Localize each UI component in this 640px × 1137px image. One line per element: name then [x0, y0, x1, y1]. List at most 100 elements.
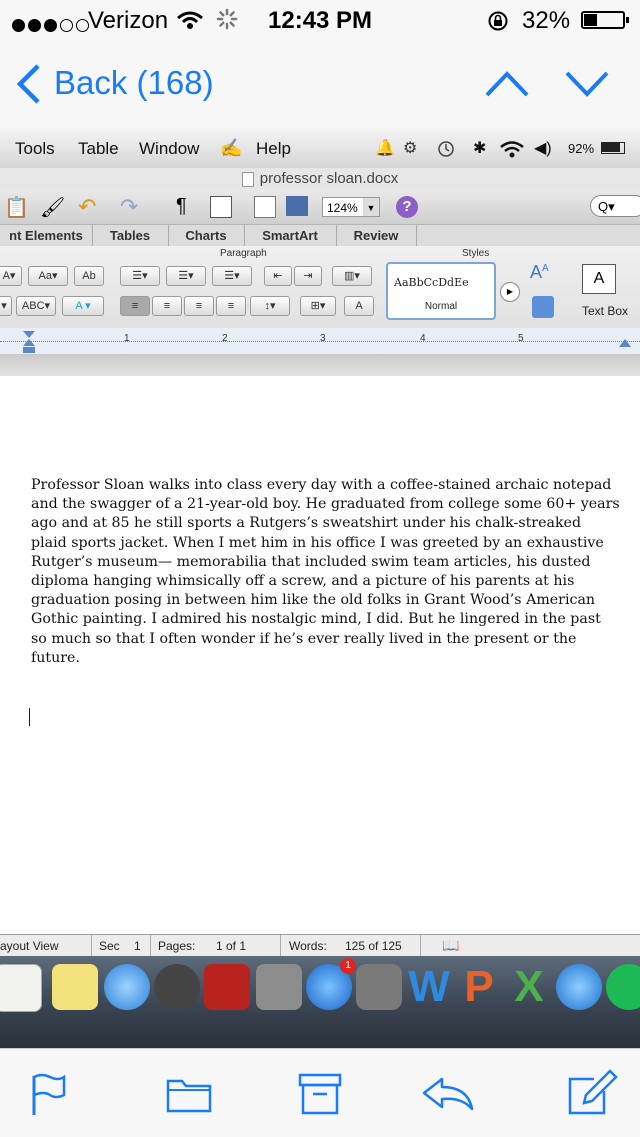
- mail-toolbar: [0, 1048, 640, 1137]
- tab-document-elements[interactable]: nt Elements: [0, 225, 93, 247]
- photo-booth-app-icon[interactable]: [204, 964, 250, 1010]
- right-indent-marker-icon[interactable]: [618, 336, 632, 348]
- tab-charts[interactable]: Charts: [168, 225, 245, 247]
- compose-icon[interactable]: [566, 1069, 618, 1117]
- styles-pane-icon[interactable]: AA: [530, 262, 549, 283]
- bullets-button[interactable]: ☰▾: [120, 266, 160, 286]
- indent-marker-icon[interactable]: [22, 330, 36, 354]
- tab-review[interactable]: Review: [336, 225, 417, 247]
- next-message-icon[interactable]: [564, 70, 610, 98]
- manage-styles-icon[interactable]: [532, 296, 554, 318]
- mac-wifi-icon: [500, 141, 524, 158]
- app-store-badge: 1: [340, 958, 356, 974]
- settings-sync-icon: ⚙: [403, 140, 418, 157]
- mac-menubar: Tools Table Window ✍ Help 🔔 ⚙ ✱ ◀) 92%: [0, 128, 640, 169]
- ruler-mark-4: 4: [420, 333, 426, 344]
- volume-icon: ◀): [534, 140, 552, 157]
- reply-icon[interactable]: [420, 1075, 476, 1113]
- highlight-dropdown[interactable]: ▾: [0, 296, 12, 316]
- view-sidebar-icon[interactable]: [210, 196, 232, 218]
- section-value: 1: [134, 939, 141, 953]
- numbering-button[interactable]: ☰▾: [166, 266, 206, 286]
- text-box-icon[interactable]: A: [582, 264, 616, 294]
- search-input[interactable]: Q▾: [590, 195, 640, 217]
- status-divider: [280, 935, 281, 957]
- previous-message-icon[interactable]: [484, 70, 530, 98]
- document-body-text[interactable]: Professor Sloan walks into class every d…: [31, 476, 621, 668]
- columns-button[interactable]: ▥▾: [332, 266, 372, 286]
- battery-percent: 32%: [522, 7, 571, 34]
- activity-spinner-icon: [216, 8, 238, 30]
- align-right-button[interactable]: ≡: [184, 296, 214, 316]
- line-spacing-button[interactable]: ↕▾: [250, 296, 290, 316]
- ruler-mark-1: 1: [124, 333, 130, 344]
- words-value: 125 of 125: [345, 939, 402, 953]
- spellcheck-status-icon[interactable]: 📖: [442, 937, 459, 954]
- menu-tools: Tools: [15, 139, 55, 158]
- text-box-label: Text Box: [582, 304, 629, 318]
- menu-help: Help: [256, 139, 291, 158]
- signal-strength-icon: [12, 11, 92, 32]
- multilevel-list-button[interactable]: ☰▾: [212, 266, 252, 286]
- app-store-icon[interactable]: 1: [306, 958, 356, 1010]
- spelling-button[interactable]: Ab: [74, 266, 104, 286]
- itunes-app-icon[interactable]: [556, 964, 602, 1010]
- ribbon-tabs: nt Elements Tables Charts SmartArt Revie…: [0, 224, 640, 248]
- mac-battery-percent: 92%: [568, 141, 595, 156]
- change-case-button[interactable]: Aa▾: [28, 266, 68, 286]
- mac-battery-icon: [601, 142, 625, 154]
- zoom-select[interactable]: 124% ▼: [322, 197, 380, 217]
- justify-button[interactable]: ≡: [216, 296, 246, 316]
- flag-icon[interactable]: [30, 1073, 68, 1117]
- ruler-mark-5: 5: [518, 333, 524, 344]
- tab-tables[interactable]: Tables: [92, 225, 169, 247]
- document-page[interactable]: Professor Sloan walks into class every d…: [0, 376, 640, 936]
- media-browser-icon[interactable]: [286, 196, 308, 216]
- menu-table: Table: [78, 139, 119, 158]
- font-color-button[interactable]: A ▾: [62, 296, 104, 316]
- redo-icon[interactable]: ↷: [120, 194, 138, 220]
- decrease-indent-button[interactable]: ⇤: [264, 266, 292, 286]
- view-mode-label[interactable]: ayout View: [0, 939, 58, 953]
- spotify-app-icon[interactable]: [606, 964, 640, 1010]
- folder-icon[interactable]: [166, 1075, 212, 1113]
- stickies-app-icon[interactable]: [52, 964, 98, 1010]
- paste-icon[interactable]: 📋: [4, 195, 29, 220]
- increase-indent-button[interactable]: ⇥: [294, 266, 322, 286]
- styles-next-button[interactable]: ▶: [500, 282, 520, 302]
- archive-icon[interactable]: [298, 1073, 342, 1115]
- powerpoint-app-icon[interactable]: P: [456, 964, 502, 1010]
- help-icon[interactable]: ?: [396, 196, 418, 218]
- tab-smartart[interactable]: SmartArt: [244, 225, 337, 247]
- show-paragraph-marks-icon[interactable]: ¶: [176, 195, 187, 218]
- chevron-left-icon: [16, 64, 40, 104]
- ruler[interactable]: 1 2 3 4 5: [0, 328, 640, 355]
- ruler-mark-3: 3: [320, 333, 326, 344]
- page-separator: [0, 354, 640, 376]
- words-label: Words:: [289, 939, 327, 953]
- document-title: professor sloan.docx: [259, 170, 399, 187]
- shading-button[interactable]: A: [344, 296, 374, 316]
- style-name: Normal: [424, 301, 458, 312]
- toolbox-icon[interactable]: [254, 196, 276, 218]
- style-normal-swatch[interactable]: AaBbCcDdEe Normal: [386, 262, 496, 320]
- align-center-button[interactable]: ≡: [152, 296, 182, 316]
- format-painter-icon[interactable]: 🖌: [40, 195, 65, 220]
- notification-bell-icon: 🔔: [375, 140, 395, 157]
- section-label: Sec: [99, 939, 120, 953]
- font-size-up-button[interactable]: A▾: [0, 266, 22, 286]
- facetime-app-icon[interactable]: [154, 964, 200, 1010]
- bluetooth-icon: ✱: [473, 140, 487, 157]
- borders-button[interactable]: ⊞▾: [300, 296, 336, 316]
- text-effects-button[interactable]: ABC▾: [16, 296, 56, 316]
- iphoto-app-icon[interactable]: [256, 964, 302, 1010]
- script-menu-icon: ✍: [220, 138, 243, 158]
- undo-icon[interactable]: ↶: [78, 194, 96, 220]
- reminders-app-icon[interactable]: [0, 964, 42, 1012]
- messages-app-icon[interactable]: [104, 964, 150, 1010]
- status-divider: [91, 935, 92, 957]
- align-left-button[interactable]: ≡: [120, 296, 150, 316]
- word-app-icon[interactable]: W: [406, 964, 452, 1010]
- system-preferences-icon[interactable]: [356, 964, 402, 1010]
- excel-app-icon[interactable]: X: [506, 964, 552, 1010]
